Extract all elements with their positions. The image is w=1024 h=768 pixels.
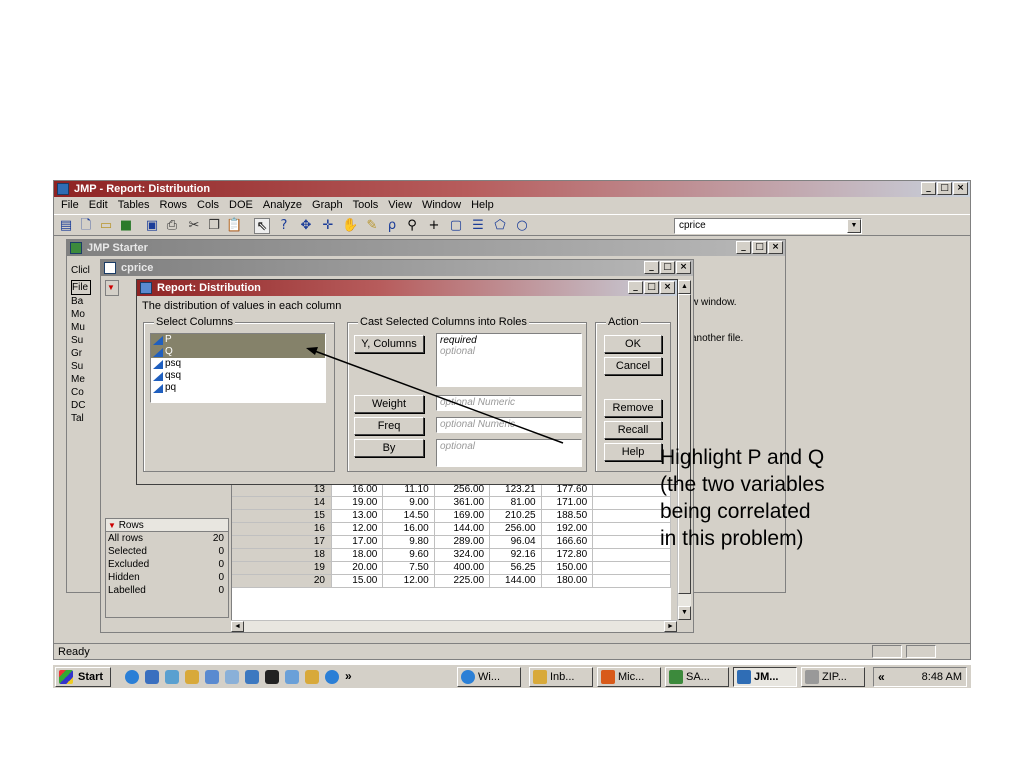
task-button-zip[interactable]: ZIP... (801, 667, 865, 687)
annotation-line: being correlated (660, 500, 811, 523)
task-button-mic[interactable]: Mic... (597, 667, 661, 687)
quicklaunch-chevron[interactable]: » (345, 669, 352, 683)
annotation-line: (the two variables (660, 473, 825, 496)
task-button-sa[interactable]: SA... (665, 667, 729, 687)
start-label: Start (78, 671, 104, 683)
task-button-wi[interactable]: Wi... (457, 667, 521, 687)
task-label: Inb... (550, 671, 575, 683)
desktop-icon[interactable] (245, 670, 259, 684)
browser-icon (461, 670, 475, 684)
clock: 8:48 AM (921, 671, 962, 683)
task-label: Mic... (618, 671, 645, 683)
app-icon[interactable] (225, 670, 239, 684)
system-tray: « 8:48 AM (873, 667, 967, 687)
app-icon[interactable] (325, 670, 339, 684)
jmp-icon (737, 670, 751, 684)
powerpoint-icon (601, 670, 615, 684)
arrow-line (311, 349, 564, 444)
sas-icon (669, 670, 683, 684)
app-icon[interactable] (185, 670, 199, 684)
task-label: ZIP... (822, 671, 847, 683)
zip-icon (805, 670, 819, 684)
windows-logo-icon (59, 670, 73, 684)
mail-icon (533, 670, 547, 684)
task-label: SA... (686, 671, 710, 683)
start-button[interactable]: Start (55, 667, 111, 687)
task-label: JM... (754, 671, 779, 683)
task-button-inb[interactable]: Inb... (529, 667, 593, 687)
task-button-jmp[interactable]: JM... (733, 667, 797, 687)
outlook-icon[interactable] (145, 670, 159, 684)
ie-icon[interactable] (125, 670, 139, 684)
annotation-line: in this problem) (660, 527, 804, 550)
tool-icon[interactable] (165, 670, 179, 684)
app-icon[interactable] (265, 670, 279, 684)
app-icon[interactable] (305, 670, 319, 684)
app-icon[interactable] (285, 670, 299, 684)
app-icon[interactable] (205, 670, 219, 684)
taskbar: Start » Wi... Inb... Mic... SA... JM... … (53, 664, 971, 688)
tray-chevron[interactable]: « (878, 670, 885, 684)
arrow-head-icon (306, 347, 318, 355)
task-label: Wi... (478, 671, 500, 683)
annotation-text: Highlight P and Q (the two variables bei… (660, 444, 825, 552)
annotation-line: Highlight P and Q (660, 446, 825, 469)
annotation-arrow (306, 347, 564, 444)
